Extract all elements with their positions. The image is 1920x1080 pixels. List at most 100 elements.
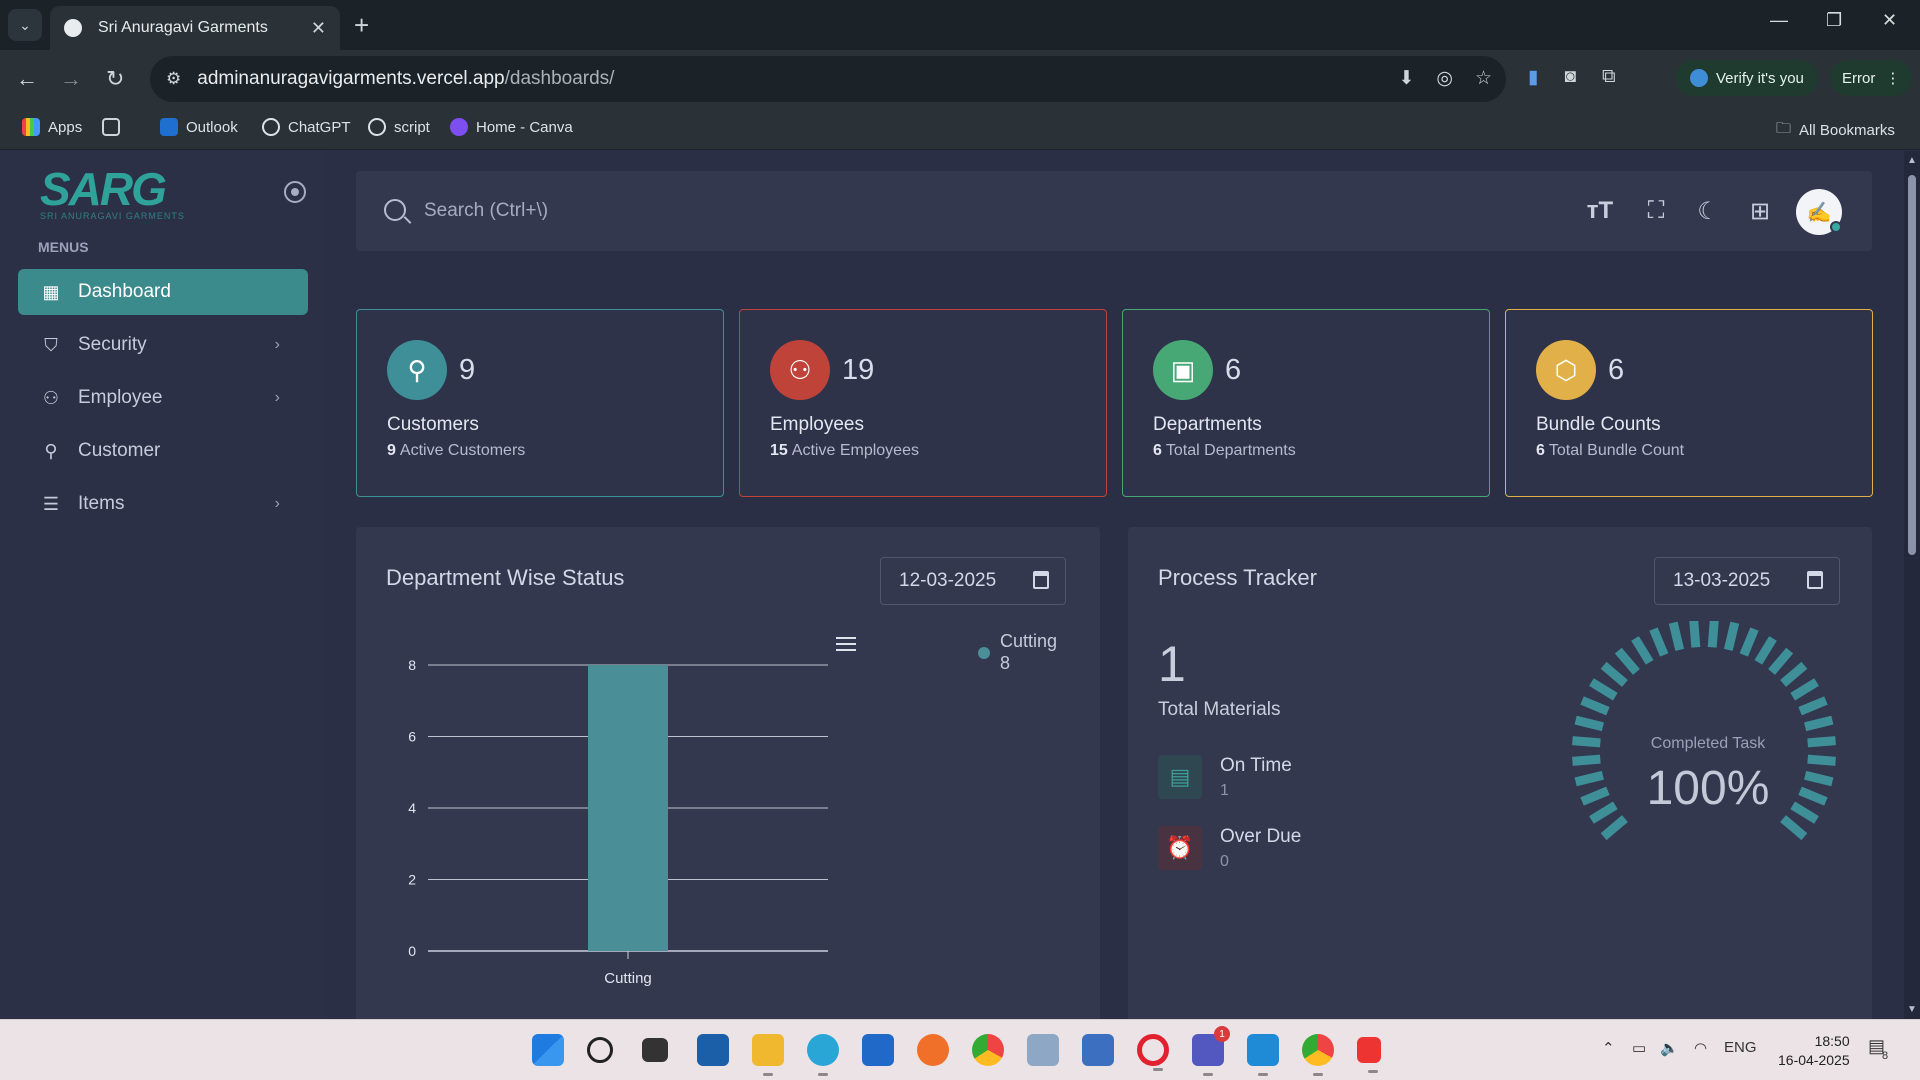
language-indicator[interactable]: ENG	[1724, 1039, 1757, 1056]
back-icon[interactable]: ←	[16, 66, 38, 92]
start-icon[interactable]	[532, 1034, 564, 1066]
search-icon	[384, 199, 406, 221]
sidebar-nav: ▦ Dashboard ⛉ Security › ⚇ Employee › ⚲ …	[18, 269, 308, 534]
online-status-dot	[1830, 221, 1842, 233]
sidebar-item-items[interactable]: ☰ Items ›	[18, 481, 308, 527]
bookmark-star-icon[interactable]: ☆	[1475, 67, 1492, 90]
chrome-icon[interactable]	[972, 1034, 1004, 1066]
gauge-segment	[1589, 678, 1618, 701]
reload-icon[interactable]: ↻	[106, 66, 124, 92]
stat-card-bundle-counts[interactable]: ⬡ 6 Bundle Counts 6 Total Bundle Count	[1505, 309, 1873, 497]
canva-icon	[450, 118, 468, 136]
chevron-right-icon: ›	[274, 495, 280, 512]
user-icon: ⚲	[387, 340, 447, 400]
scrollbar-thumb[interactable]	[1908, 175, 1916, 555]
wifi-icon[interactable]: ◠	[1694, 1039, 1707, 1057]
user-signature-icon: ✍	[1806, 201, 1832, 224]
search-input[interactable]	[424, 195, 1024, 227]
sidebar-item-customer[interactable]: ⚲ Customer	[18, 428, 308, 474]
page-scrollbar[interactable]: ▲ ▼	[1904, 151, 1920, 1019]
minimize-icon[interactable]: —	[1770, 10, 1788, 31]
fullscreen-icon[interactable]: ⛶	[1640, 195, 1672, 227]
tab-close-icon[interactable]: ✕	[311, 18, 326, 39]
task-view-icon[interactable]	[642, 1038, 668, 1062]
gauge-value: 100%	[1646, 762, 1770, 815]
stat-card-employees[interactable]: ⚇ 19 Employees 15 Active Employees	[739, 309, 1107, 497]
brand-logo[interactable]: SARG SRI ANURAGAVI GARMENTS	[40, 166, 208, 221]
bookmark-tab-groups-icon[interactable]	[102, 118, 120, 136]
sidebar-toggle-icon[interactable]	[284, 181, 306, 203]
battery-icon[interactable]: ▭	[1632, 1039, 1646, 1057]
extensions-puzzle-icon[interactable]: ⧉	[1602, 66, 1616, 89]
tracking-protection-icon[interactable]: ◎	[1436, 67, 1453, 90]
restore-icon[interactable]: ❐	[1826, 10, 1842, 31]
bookmark-outlook[interactable]: Outlook	[160, 118, 238, 136]
edge-icon[interactable]	[807, 1034, 839, 1076]
y-tick-label: 4	[408, 800, 416, 816]
sidebar-item-security[interactable]: ⛉ Security ›	[18, 322, 308, 368]
remote-desktop-icon[interactable]	[1082, 1034, 1114, 1066]
script-icon	[368, 118, 386, 136]
window-close-icon[interactable]: ✕	[1882, 10, 1897, 31]
teams-icon[interactable]: 1	[1192, 1026, 1230, 1076]
tray-chevron-up-icon[interactable]: ⌃	[1602, 1039, 1615, 1057]
all-bookmarks[interactable]: 🗀 All Bookmarks	[1776, 118, 1895, 143]
extension-doc-icon[interactable]: ▮	[1528, 66, 1538, 89]
gauge-segment	[1739, 627, 1759, 657]
system-clock[interactable]: 18:50 16-04-2025	[1778, 1032, 1850, 1070]
dark-mode-moon-icon[interactable]: ☾	[1692, 195, 1724, 227]
taskbar-search-icon[interactable]	[587, 1037, 613, 1063]
camera-icon[interactable]: ◙	[1564, 66, 1575, 89]
photos-icon[interactable]	[1027, 1034, 1059, 1066]
browser-tab[interactable]: Sri Anuragavi Garments ✕	[50, 6, 340, 50]
sidebar-item-employee[interactable]: ⚇ Employee ›	[18, 375, 308, 421]
gauge-segment	[1780, 815, 1808, 841]
opera-icon[interactable]	[1137, 1034, 1169, 1071]
department-status-panel: Department Wise Status 12-03-2025 02468C…	[356, 527, 1100, 1019]
grid-icon: ▦	[42, 281, 60, 302]
apps-grid-icon	[22, 118, 40, 136]
bookmark-apps[interactable]: Apps	[22, 118, 82, 136]
stat-card-customers[interactable]: ⚲ 9 Customers 9 Active Customers	[356, 309, 724, 497]
pdf-reader-icon[interactable]	[1357, 1037, 1381, 1073]
scroll-up-icon[interactable]: ▲	[1907, 155, 1917, 166]
profile-error-button[interactable]: Error ⋮	[1830, 60, 1913, 96]
vscode-icon[interactable]	[1247, 1034, 1279, 1076]
font-size-icon[interactable]: тT	[1584, 195, 1616, 227]
store-icon[interactable]	[862, 1034, 894, 1066]
sidebar-item-dashboard[interactable]: ▦ Dashboard	[18, 269, 308, 315]
gauge-label: Completed Task	[1650, 735, 1766, 752]
bookmark-canva[interactable]: Home - Canva	[450, 118, 573, 136]
stat-card-departments[interactable]: ▣ 6 Departments 6 Total Departments	[1122, 309, 1490, 497]
avatar[interactable]: ✍	[1796, 189, 1842, 235]
new-tab-button[interactable]: +	[354, 10, 369, 41]
site-info-icon[interactable]: ⚙	[166, 69, 181, 89]
y-tick-label: 0	[408, 943, 416, 959]
windows-taskbar: 1 ⌃ ▭ 🔈 ◠ ENG 18:50 16-04-2025 ▤ 8	[0, 1019, 1920, 1080]
calendar-icon[interactable]	[1807, 571, 1823, 589]
verify-identity-button[interactable]: Verify it's you	[1676, 60, 1818, 96]
total-materials-value: 1	[1158, 636, 1186, 692]
widgets-icon[interactable]	[697, 1034, 729, 1066]
on-time-row: ▤ On Time 1	[1158, 755, 1458, 805]
bookmark-chatgpt[interactable]: ChatGPT	[262, 118, 351, 136]
apps-grid-icon[interactable]: ⊞	[1744, 195, 1776, 227]
bookmark-script[interactable]: script	[368, 118, 430, 136]
department-icon: ▣	[1153, 340, 1213, 400]
scroll-down-icon[interactable]: ▼	[1907, 1004, 1917, 1015]
address-bar[interactable]: ⚙ adminanuragavigarments.vercel.app/dash…	[150, 56, 1506, 102]
gauge-segment	[1804, 715, 1834, 732]
file-explorer-icon[interactable]	[752, 1034, 784, 1076]
forward-icon[interactable]: →	[60, 66, 82, 92]
tab-favicon-icon	[64, 19, 82, 37]
install-app-icon[interactable]: ⬇	[1398, 67, 1414, 90]
legend-item-name[interactable]: Cutting	[1000, 631, 1057, 652]
process-date-input[interactable]: 13-03-2025	[1654, 557, 1840, 605]
top-bar: тT ⛶ ☾ ⊞ ✍	[356, 171, 1872, 251]
legend-item-value: 8	[1000, 653, 1011, 673]
chrome-profile-icon[interactable]	[1302, 1034, 1334, 1076]
tab-search-button[interactable]: ⌄	[8, 9, 42, 41]
gauge-segment	[1572, 754, 1601, 766]
volume-icon[interactable]: 🔈	[1660, 1039, 1679, 1057]
firefox-icon[interactable]	[917, 1034, 949, 1066]
